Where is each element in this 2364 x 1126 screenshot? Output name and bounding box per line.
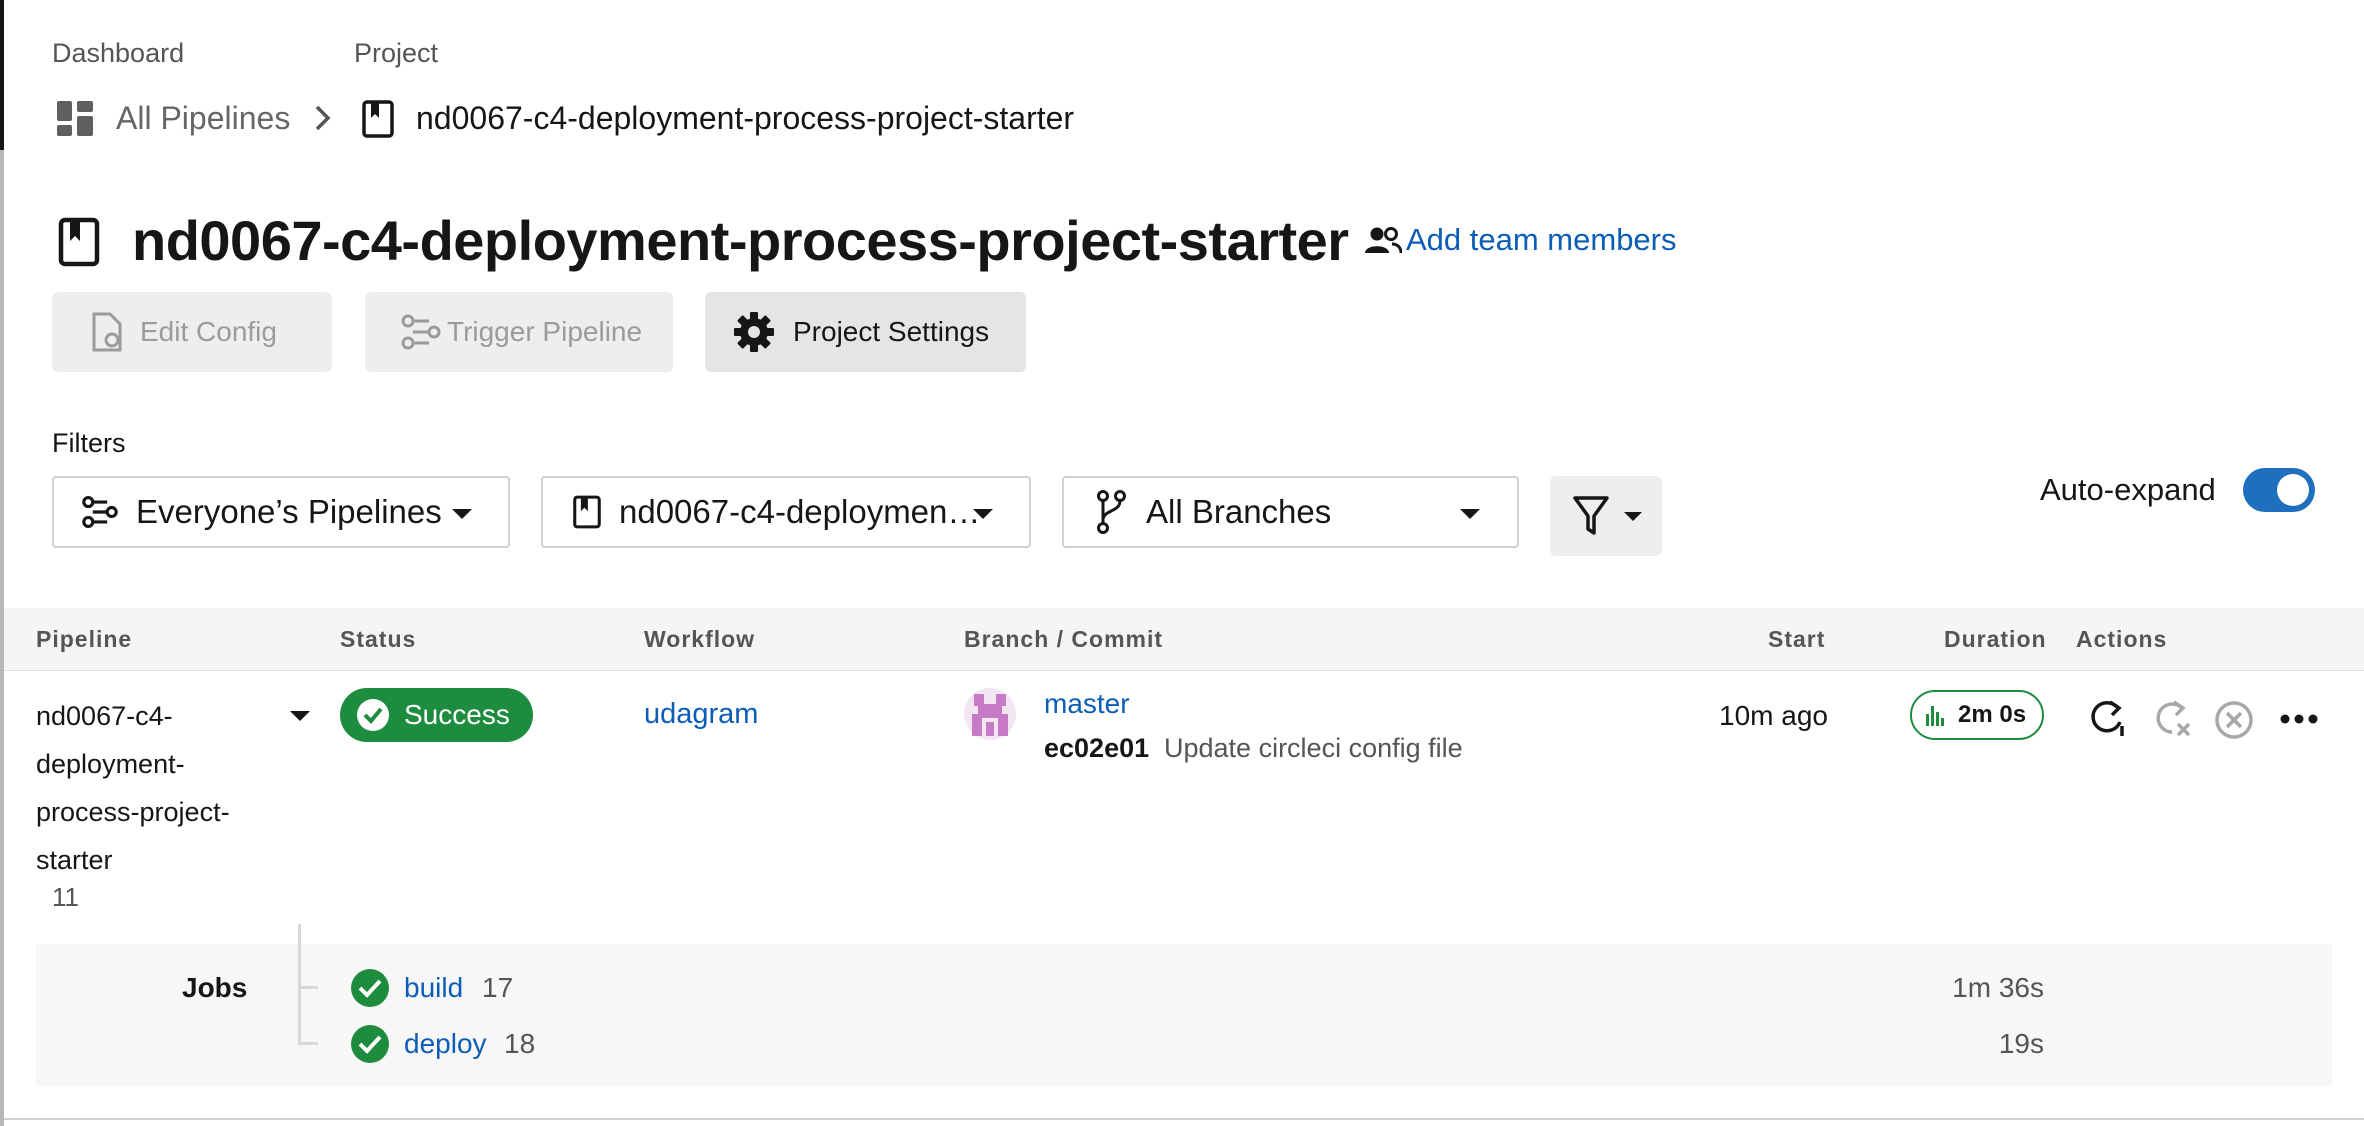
project-filter-select[interactable]: nd0067-c4-deploymen… (541, 476, 1031, 548)
trigger-pipeline-button[interactable]: Trigger Pipeline (365, 292, 673, 372)
caret-down-icon (973, 509, 993, 519)
auto-expand-toggle[interactable] (2243, 468, 2315, 512)
duration-text: 2m 0s (1958, 701, 2027, 728)
project-settings-button[interactable]: Project Settings (705, 292, 1026, 372)
jobs-label: Jobs (182, 972, 248, 1003)
jobs-tree-line (298, 924, 301, 1044)
pipelines-filter-value: Everyone’s Pipelines (136, 493, 442, 530)
job-number: 17 (482, 972, 514, 1003)
page-title: nd0067-c4-deployment-process-project-sta… (132, 209, 1349, 272)
people-icon (1364, 226, 1402, 254)
caret-down-icon (1460, 509, 1480, 519)
col-actions: Actions (2076, 626, 2168, 652)
start-time: 10m ago (1719, 700, 1828, 731)
pipeline-name-line: nd0067-c4- (36, 701, 173, 731)
col-pipeline: Pipeline (36, 626, 133, 652)
edit-config-icon (90, 312, 124, 352)
bar-chart-icon (1926, 704, 1944, 726)
expand-caret-icon[interactable] (290, 711, 310, 721)
col-duration: Duration (1944, 626, 2047, 652)
branches-filter-value: All Branches (1146, 493, 1332, 530)
filters-label: Filters (52, 428, 126, 458)
pipeline-name-line: process-project- (36, 797, 230, 827)
pipeline-name[interactable]: nd0067-c4- deployment- process-project- … (36, 692, 256, 884)
cancel-icon[interactable] (2214, 700, 2254, 740)
gear-icon (733, 311, 775, 353)
caret-down-icon (1624, 512, 1642, 521)
more-options-icon[interactable] (2280, 712, 2318, 726)
status-badge[interactable]: Success (340, 688, 533, 742)
pipeline-number: 11 (52, 882, 79, 912)
breadcrumb-project-name[interactable]: nd0067-c4-deployment-process-project-sta… (416, 100, 1074, 137)
col-start: Start (1768, 626, 1826, 652)
commit-message: Update circleci config file (1164, 733, 1463, 763)
pipeline-name-line: starter (36, 845, 113, 875)
repo-icon (58, 217, 100, 267)
job-number: 18 (504, 1028, 536, 1059)
check-circle-icon (356, 698, 390, 732)
col-branch-commit: Branch / Commit (964, 626, 1164, 652)
pipelines-filter-select[interactable]: Everyone’s Pipelines (52, 476, 510, 548)
auto-expand-label: Auto-expand (2040, 472, 2216, 507)
filter-icon (1572, 495, 1610, 537)
jobs-panel (36, 944, 2332, 1086)
pipeline-name-line: deployment- (36, 749, 185, 779)
breadcrumb-all-pipelines[interactable]: All Pipelines (116, 100, 290, 137)
git-branch-icon (1096, 490, 1126, 534)
breadcrumb-project-label: Project (354, 38, 439, 68)
rerun-icon[interactable] (2088, 698, 2126, 738)
jobs-tree-branch (298, 986, 318, 989)
avatar (964, 688, 1016, 740)
advanced-filter-button[interactable] (1550, 476, 1662, 556)
branch-link[interactable]: master (1044, 688, 1130, 720)
edit-config-label: Edit Config (140, 316, 277, 347)
window-edge (0, 0, 4, 150)
check-circle-icon (350, 1024, 390, 1064)
toggle-knob (2277, 474, 2309, 506)
job-link-build[interactable]: build (404, 972, 463, 1004)
chevron-right-icon (314, 104, 332, 132)
job-duration: 19s (1998, 1028, 2044, 1059)
trigger-pipeline-label: Trigger Pipeline (447, 316, 643, 347)
breadcrumb-dashboard-label: Dashboard (52, 38, 185, 68)
commit-hash[interactable]: ec02e01 (1044, 733, 1149, 764)
check-circle-icon (350, 968, 390, 1008)
pipeline-icon (82, 494, 118, 530)
project-settings-label: Project Settings (793, 316, 990, 347)
workflow-link[interactable]: udagram (644, 698, 758, 731)
divider (4, 1118, 2364, 1120)
duration-badge[interactable]: 2m 0s (1910, 690, 2044, 740)
branches-filter-select[interactable]: All Branches (1062, 476, 1519, 548)
status-text: Success (404, 699, 510, 730)
caret-down-icon (452, 509, 472, 519)
repo-icon (573, 494, 601, 530)
job-link-deploy[interactable]: deploy (404, 1028, 487, 1060)
divider (4, 670, 2364, 671)
jobs-tree-branch (298, 1042, 318, 1045)
job-duration: 1m 36s (1952, 972, 2044, 1003)
col-workflow: Workflow (644, 626, 756, 652)
rerun-failed-icon[interactable] (2152, 698, 2192, 738)
dashboard-icon (56, 100, 96, 138)
edit-config-button[interactable]: Edit Config (52, 292, 332, 372)
col-status: Status (340, 626, 417, 652)
add-team-members-link[interactable]: Add team members (1406, 222, 1677, 258)
repo-icon (362, 100, 394, 138)
project-filter-value: nd0067-c4-deploymen… (619, 493, 981, 530)
pipeline-icon (401, 314, 441, 350)
